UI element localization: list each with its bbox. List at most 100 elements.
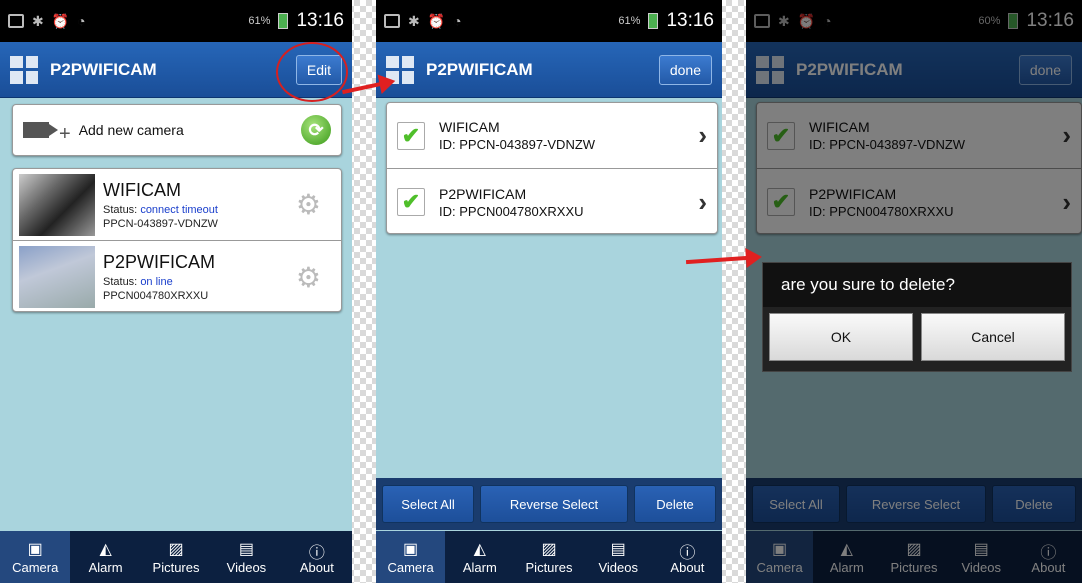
camera-row[interactable]: WIFICAM Status: connect timeout PPCN-043… xyxy=(13,169,341,241)
bell-icon: ◭ xyxy=(99,541,112,558)
app-bar: P2PWIFICAM done xyxy=(376,42,722,98)
select-all-button[interactable]: Select All xyxy=(382,485,474,523)
camera-icon: ▣ xyxy=(403,541,419,558)
camera-name: P2PWIFICAM xyxy=(439,185,527,202)
camera-row[interactable]: P2PWIFICAM Status: on line PPCN004780XRX… xyxy=(13,241,341,311)
action-bar: Select All Reverse Select Delete xyxy=(376,478,722,530)
film-icon: ▤ xyxy=(238,541,254,558)
tab-label: Videos xyxy=(226,560,267,575)
camera-id: ID: PPCN004780XRXXU xyxy=(439,203,584,219)
status-bar: ✱ ⏰ ◔ 61% 13:16 xyxy=(0,0,352,42)
camera-name: WIFICAM xyxy=(103,179,181,200)
ok-button[interactable]: OK xyxy=(769,313,913,361)
status-clock: 13:16 xyxy=(666,10,714,31)
app-logo-icon xyxy=(10,55,38,84)
tab-about[interactable]: ⓘAbout xyxy=(653,531,722,583)
status-clock: 13:16 xyxy=(296,10,344,31)
tab-about[interactable]: ⓘAbout xyxy=(282,531,352,583)
film-icon: ▤ xyxy=(610,541,626,558)
chevron-right-icon[interactable]: › xyxy=(698,187,707,218)
notification-icon xyxy=(8,14,24,28)
edit-camera-list: ✔ WIFICAM ID: PPCN-043897-VDNZW › ✔ P2PW… xyxy=(386,102,718,234)
battery-percent: 61% xyxy=(618,15,641,27)
camera-status: Status: connect timeout xyxy=(103,204,296,216)
app-title: P2PWIFICAM xyxy=(50,59,157,79)
screen-camera-list: ✱ ⏰ ◔ 61% 13:16 P2PWIFICAM Edit + Add ne… xyxy=(0,0,352,583)
edit-row[interactable]: ✔ WIFICAM ID: PPCN-043897-VDNZW › xyxy=(387,103,717,169)
camera-thumbnail xyxy=(19,173,95,236)
done-button[interactable]: done xyxy=(658,54,712,85)
dialog-buttons: OK Cancel xyxy=(763,307,1071,367)
bottom-tab-bar: ▣ Camera ◭ Alarm ▨ Pictures ▤ Videos ⓘAbout xyxy=(376,531,722,583)
refresh-icon[interactable]: ⟳ xyxy=(301,115,331,145)
alarm-clock-icon: ⏰ xyxy=(427,12,446,29)
tab-label: Camera xyxy=(387,560,434,575)
battery-icon xyxy=(648,13,659,29)
checkbox-checked-icon[interactable]: ✔ xyxy=(397,121,425,150)
tab-camera[interactable]: ▣ Camera xyxy=(0,531,71,583)
tab-pictures[interactable]: ▨ Pictures xyxy=(514,531,583,583)
gear-icon[interactable]: ⚙ xyxy=(296,188,321,221)
dialog-title: are you sure to delete? xyxy=(763,263,1071,307)
tab-label: Alarm xyxy=(462,560,497,575)
screen-edit-list: ✱ ⏰ ◔ 61% 13:16 P2PWIFICAM done ✔ WIFICA… xyxy=(376,0,722,583)
edit-row-info: P2PWIFICAM ID: PPCN004780XRXXU xyxy=(439,186,698,219)
tab-label: Alarm xyxy=(88,560,123,575)
tab-label: About xyxy=(299,560,334,575)
tab-videos[interactable]: ▤ Videos xyxy=(584,531,653,583)
camera-list: WIFICAM Status: connect timeout PPCN-043… xyxy=(12,168,342,312)
wifi-icon: ◔ xyxy=(453,13,462,29)
reverse-select-button[interactable]: Reverse Select xyxy=(480,485,628,523)
status-bar: ✱ ⏰ ◔ 61% 13:16 xyxy=(376,0,722,42)
bluetooth-icon: ✱ xyxy=(32,12,44,29)
wifi-icon: ◔ xyxy=(77,13,86,29)
alarm-clock-icon: ⏰ xyxy=(51,12,70,29)
camera-info: P2PWIFICAM Status: on line PPCN004780XRX… xyxy=(103,252,296,302)
delete-button[interactable]: Delete xyxy=(634,485,716,523)
status-value: on line xyxy=(140,276,173,288)
edit-row-info: WIFICAM ID: PPCN-043897-VDNZW xyxy=(439,119,698,152)
gear-icon[interactable]: ⚙ xyxy=(296,261,321,294)
status-prefix: Status: xyxy=(103,276,138,288)
cancel-button[interactable]: Cancel xyxy=(921,313,1065,361)
bell-icon: ◭ xyxy=(473,541,486,558)
app-title: P2PWIFICAM xyxy=(426,59,533,79)
edit-row[interactable]: ✔ P2PWIFICAM ID: PPCN004780XRXXU › xyxy=(387,169,717,233)
camera-name: WIFICAM xyxy=(439,119,500,135)
camera-id: PPCN004780XRXXU xyxy=(103,290,209,302)
tab-alarm[interactable]: ◭ Alarm xyxy=(445,531,514,583)
bluetooth-icon: ✱ xyxy=(408,12,420,29)
camera-info: WIFICAM Status: connect timeout PPCN-043… xyxy=(103,180,296,230)
camera-id: ID: PPCN-043897-VDNZW xyxy=(439,137,596,152)
tab-label: Pictures xyxy=(525,560,573,575)
battery-percent: 61% xyxy=(248,15,271,27)
tab-label: Videos xyxy=(598,560,638,575)
delete-confirm-dialog: are you sure to delete? OK Cancel xyxy=(762,262,1072,372)
add-camera-button[interactable]: + Add new camera ⟳ xyxy=(12,104,342,156)
tab-label: About xyxy=(670,560,705,575)
status-value: connect timeout xyxy=(140,203,218,216)
camera-name: P2PWIFICAM xyxy=(103,252,216,272)
camera-thumbnail xyxy=(19,246,95,308)
info-icon: ⓘ xyxy=(308,545,325,562)
camera-status: Status: on line xyxy=(103,276,296,288)
camera-icon: ▣ xyxy=(27,541,43,558)
annotation-circle xyxy=(276,42,348,102)
info-icon: ⓘ xyxy=(679,545,696,562)
camera-id: PPCN-043897-VDNZW xyxy=(103,217,218,230)
add-camera-label: Add new camera xyxy=(78,122,184,138)
chevron-right-icon[interactable]: › xyxy=(698,120,707,151)
battery-icon xyxy=(278,13,289,29)
tab-label: Camera xyxy=(12,560,59,575)
bottom-tab-bar: ▣ Camera ◭ Alarm ▨ Pictures ▤ Videos ⓘAbout xyxy=(0,531,352,583)
screen-delete-confirm: ✱ ⏰ ◔ 60% 13:16 P2PWIFICAM done ✔ WIFICA… xyxy=(746,0,1082,583)
tab-camera[interactable]: ▣ Camera xyxy=(376,531,446,583)
status-prefix: Status: xyxy=(103,203,138,216)
tab-videos[interactable]: ▤ Videos xyxy=(211,531,281,583)
picture-icon: ▨ xyxy=(541,541,557,558)
tab-alarm[interactable]: ◭ Alarm xyxy=(70,531,140,583)
picture-icon: ▨ xyxy=(168,541,184,558)
tab-pictures[interactable]: ▨ Pictures xyxy=(141,531,211,583)
video-camera-icon xyxy=(23,122,58,138)
checkbox-checked-icon[interactable]: ✔ xyxy=(397,188,425,216)
